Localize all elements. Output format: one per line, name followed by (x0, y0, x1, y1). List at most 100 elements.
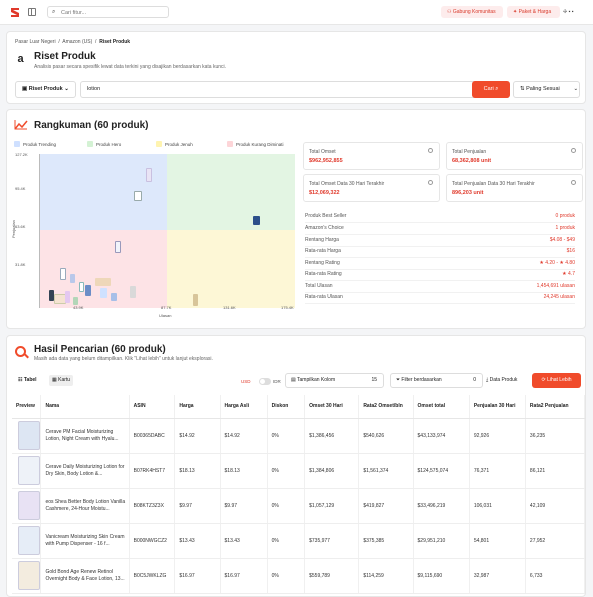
summary-card: Rangkuman (60 produk) Produk Trending Pr… (6, 109, 586, 329)
product-thumbnail[interactable] (18, 456, 40, 485)
column-header[interactable]: Harga (174, 395, 221, 419)
stat-total-revenue: Total Omset $962,952,855 (303, 142, 440, 170)
product-point[interactable] (130, 286, 136, 298)
brand-logo-icon[interactable] (10, 7, 20, 18)
cell-avgsales: 36,235 (525, 418, 585, 454)
detail-row: Total Ulasan 1,454,691 ulasan (305, 281, 575, 293)
y-tick: 127.2K (15, 152, 28, 157)
product-name[interactable]: Gold Bond Age Renew Retinol Overnight Bo… (40, 558, 130, 594)
help-icon[interactable] (428, 148, 433, 153)
product-name[interactable]: Cerave Daily Moisturizing Lotion for Dry… (40, 453, 130, 489)
stat-value: 896,203 unit (452, 190, 484, 196)
product-point[interactable] (85, 285, 91, 296)
table-row[interactable]: Cerave Daily Moisturizing Lotion for Dry… (12, 453, 585, 489)
legend-swatch (14, 141, 20, 147)
cell-avg: $114,259 (358, 558, 414, 594)
column-header[interactable]: Nama (40, 395, 130, 419)
detail-value: ★ 4.20 - ★ 4.80 (539, 260, 575, 266)
pricing-button[interactable]: ✦ Paket & Harga (507, 6, 560, 18)
column-header[interactable]: Diskon (267, 395, 306, 419)
y-tick: 63.6K (15, 224, 26, 229)
product-thumbnail[interactable] (18, 491, 40, 520)
cell-avgsales: 42,109 (525, 488, 585, 524)
product-thumbnail[interactable] (18, 561, 40, 590)
table-header-row: Preview Nama ASIN Harga Harga Asli Disko… (12, 395, 585, 419)
product-name[interactable]: Vanicream Moisturizing Skin Cream with P… (40, 523, 130, 559)
column-header[interactable]: Penjualan 30 Hari (469, 395, 526, 419)
product-point[interactable] (193, 294, 198, 306)
legend-label: Produk Kurang Diminati (236, 142, 284, 147)
product-name[interactable]: Cerave PM Facial Moisturizing Lotion, Ni… (40, 418, 130, 454)
see-more-button[interactable]: ⟳ Lihat Lebih (532, 373, 581, 388)
legend-swatch (156, 141, 162, 147)
y-tick: 95.4K (15, 186, 26, 191)
view-table-button[interactable]: ☷ Tabel (15, 375, 40, 386)
cell-sales30: 54,801 (469, 523, 526, 559)
breadcrumb-current: Riset Produk (99, 39, 131, 45)
legend-label: Produk Jenuh (165, 142, 193, 147)
detail-key: Total Ulasan (305, 283, 333, 289)
feature-search-input[interactable]: ⌕ Cari fitur... (47, 6, 169, 18)
cell-disc: 0% (267, 453, 306, 489)
column-header[interactable]: Harga Asli (220, 395, 268, 419)
product-point[interactable] (134, 191, 142, 201)
x-tick: 175.4K (281, 305, 294, 310)
stat-value: $12,069,322 (309, 190, 340, 196)
search-button[interactable]: Cari ⌕ (472, 81, 510, 98)
column-header[interactable]: Omset total (413, 395, 470, 419)
view-card-button[interactable]: ▦ Kartu (49, 375, 74, 386)
language-switcher[interactable]: ✢ ▪ ▪ (563, 9, 574, 15)
breadcrumb-item[interactable]: Amazon (US) (62, 39, 92, 45)
table-row[interactable]: Vanicream Moisturizing Skin Cream with P… (12, 523, 585, 559)
cell-omset30: $735,977 (304, 523, 360, 559)
product-point[interactable] (253, 216, 260, 225)
help-icon[interactable] (571, 148, 576, 153)
product-point[interactable] (95, 278, 111, 286)
product-point[interactable] (111, 293, 117, 301)
column-header[interactable]: Rata2 Omset/bln (358, 395, 414, 419)
help-icon[interactable] (571, 180, 576, 185)
search-placeholder: Cari fitur... (61, 9, 87, 16)
filter-button[interactable]: ⏷ Filter berdasarkan 0 (390, 373, 483, 388)
sidebar-toggle-icon[interactable] (28, 8, 36, 16)
product-data-label: Data Produk (489, 377, 518, 383)
show-columns-button[interactable]: ▤ Tampilkan Kolom 15 (285, 373, 384, 388)
table-row[interactable]: Cerave PM Facial Moisturizing Lotion, Ni… (12, 418, 585, 454)
stat-label: Total Omset Data 30 Hari Terakhir (309, 181, 385, 187)
product-name[interactable]: eos Shea Better Body Lotion Vanilla Cash… (40, 488, 130, 524)
product-point[interactable] (65, 291, 70, 303)
sort-select[interactable]: ⇅ Paling Sesuai ⌄ (513, 81, 580, 98)
product-point[interactable] (146, 168, 152, 182)
product-thumbnail[interactable] (18, 421, 40, 450)
breadcrumb-item[interactable]: Pasar Luar Negeri (15, 39, 56, 45)
filter-label: Filter berdasarkan (401, 377, 442, 383)
column-header[interactable]: Omset 30 Hari (304, 395, 360, 419)
view-card-label: Kartu (58, 377, 71, 383)
preview-cell (12, 418, 42, 454)
table-row[interactable]: Gold Bond Age Renew Retinol Overnight Bo… (12, 558, 585, 594)
currency-toggle[interactable] (259, 378, 271, 385)
product-thumbnail[interactable] (18, 526, 40, 555)
product-point[interactable] (115, 241, 121, 253)
product-point[interactable] (60, 268, 66, 280)
column-header[interactable]: Rata2 Penjualan (525, 395, 585, 419)
join-community-button[interactable]: ⚇ Gabung Komunitas (441, 6, 503, 18)
product-point[interactable] (73, 297, 78, 305)
help-icon[interactable] (428, 180, 433, 185)
research-mode-select[interactable]: ▣ Riset Produk ⌄ (15, 81, 76, 98)
cell-price: $9.97 (174, 488, 221, 524)
keyword-input[interactable]: lotion (80, 81, 478, 98)
product-point[interactable] (70, 274, 75, 283)
x-tick: 131.6K (223, 305, 236, 310)
cell-disc: 0% (267, 558, 306, 594)
column-header[interactable]: ASIN (129, 395, 176, 419)
cell-price: $16.97 (174, 558, 221, 594)
stat-total-sales: Total Penjualan 68,362,808 unit (446, 142, 583, 170)
product-point[interactable] (100, 288, 107, 298)
column-header: Preview (12, 395, 42, 419)
detail-value: $4.08 - $49 (549, 237, 575, 243)
product-data-button[interactable]: ⤓ Data Produk (486, 377, 517, 383)
table-row[interactable]: eos Shea Better Body Lotion Vanilla Cash… (12, 488, 585, 524)
product-point[interactable] (79, 282, 84, 292)
detail-value: 1,454,691 ulasan (536, 283, 575, 289)
